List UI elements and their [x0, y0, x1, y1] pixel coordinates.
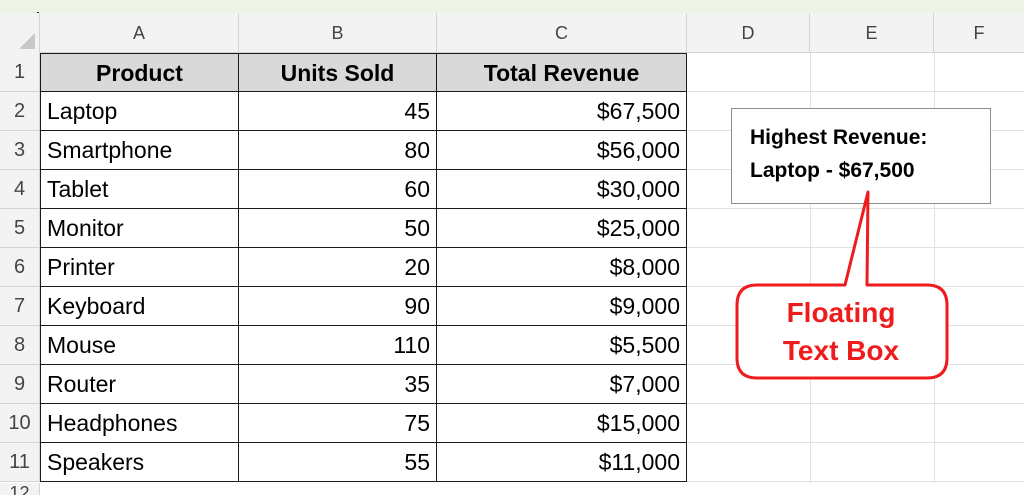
column-header-e[interactable]: E	[810, 13, 934, 53]
text-box-line-1: Highest Revenue:	[750, 126, 928, 149]
cell-revenue[interactable]: $15,000	[437, 404, 687, 443]
row-header-6[interactable]: 6	[0, 248, 40, 287]
column-header-f[interactable]: F	[934, 13, 1024, 53]
select-all-triangle-icon	[19, 33, 35, 49]
cell-product[interactable]: Laptop	[40, 92, 239, 131]
cell-revenue[interactable]: $7,000	[437, 365, 687, 404]
callout-label: Floating Text Box	[737, 294, 945, 370]
cell-revenue[interactable]: $9,000	[437, 287, 687, 326]
cell-units[interactable]: 35	[239, 365, 437, 404]
column-header-d[interactable]: D	[687, 13, 810, 53]
cell-revenue[interactable]: $25,000	[437, 209, 687, 248]
cell-revenue[interactable]: $56,000	[437, 131, 687, 170]
cell-units[interactable]: 55	[239, 443, 437, 482]
column-header-b[interactable]: B	[239, 13, 437, 53]
ribbon-edge	[0, 0, 1024, 13]
text-box-line-2: Laptop - $67,500	[750, 159, 915, 182]
cell-product[interactable]: Tablet	[40, 170, 239, 209]
cell-product[interactable]: Mouse	[40, 326, 239, 365]
cell-revenue[interactable]: $11,000	[437, 443, 687, 482]
row-header-9[interactable]: 9	[0, 365, 40, 404]
cell-units[interactable]: 75	[239, 404, 437, 443]
cell-revenue[interactable]: $8,000	[437, 248, 687, 287]
cell-units[interactable]: 110	[239, 326, 437, 365]
cell-product[interactable]: Monitor	[40, 209, 239, 248]
cell-units[interactable]: 45	[239, 92, 437, 131]
row-header-1[interactable]: 1	[0, 53, 40, 92]
cell-units[interactable]: 20	[239, 248, 437, 287]
header-cell-product[interactable]: Product	[40, 53, 239, 92]
row-header-5[interactable]: 5	[0, 209, 40, 248]
gridline	[687, 403, 1024, 404]
row-header-3[interactable]: 3	[0, 131, 40, 170]
column-header-row: A B C D E F	[0, 13, 1024, 53]
cell-revenue[interactable]: $30,000	[437, 170, 687, 209]
column-header-c[interactable]: C	[437, 13, 687, 53]
cell-units[interactable]: 80	[239, 131, 437, 170]
row-header-11[interactable]: 11	[0, 443, 40, 482]
cell-product[interactable]: Printer	[40, 248, 239, 287]
cell-product[interactable]: Speakers	[40, 443, 239, 482]
select-all-button[interactable]	[0, 13, 40, 53]
gridline	[687, 91, 1024, 92]
cell-revenue[interactable]: $67,500	[437, 92, 687, 131]
callout-line-1: Floating	[786, 297, 896, 328]
row-header-12[interactable]: 12	[0, 483, 40, 495]
cell-product[interactable]: Keyboard	[40, 287, 239, 326]
header-cell-total-revenue[interactable]: Total Revenue	[437, 53, 687, 92]
cell-product[interactable]: Headphones	[40, 404, 239, 443]
row-header-7[interactable]: 7	[0, 287, 40, 326]
cell-units[interactable]: 60	[239, 170, 437, 209]
row-header-8[interactable]: 8	[0, 326, 40, 365]
gridline	[687, 481, 1024, 482]
cell-units[interactable]: 50	[239, 209, 437, 248]
cell-product[interactable]: Router	[40, 365, 239, 404]
row-header-4[interactable]: 4	[0, 170, 40, 209]
gridline	[687, 442, 1024, 443]
callout-line-2: Text Box	[782, 335, 900, 366]
row-header-10[interactable]: 10	[0, 404, 40, 443]
cell-units[interactable]: 90	[239, 287, 437, 326]
header-cell-units-sold[interactable]: Units Sold	[239, 53, 437, 92]
cell-revenue[interactable]: $5,500	[437, 326, 687, 365]
row-header-2[interactable]: 2	[0, 92, 40, 131]
column-header-a[interactable]: A	[40, 13, 239, 53]
cell-product[interactable]: Smartphone	[40, 131, 239, 170]
